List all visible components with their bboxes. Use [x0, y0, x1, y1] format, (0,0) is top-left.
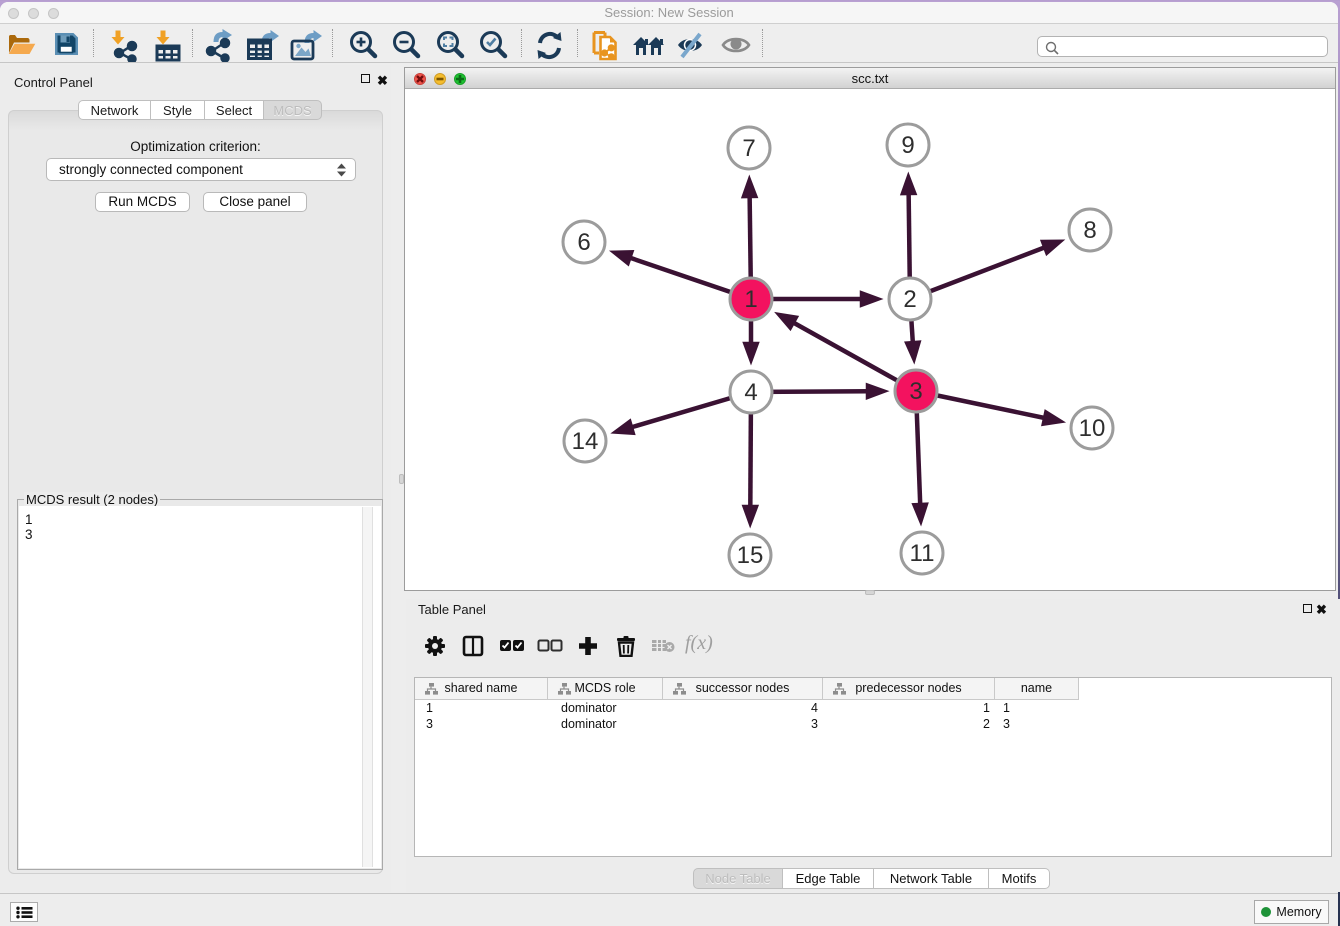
svg-text:3: 3	[909, 378, 922, 405]
svg-text:7: 7	[742, 135, 755, 162]
svg-text:14: 14	[572, 428, 599, 455]
svg-text:1: 1	[744, 286, 757, 313]
svg-text:10: 10	[1079, 415, 1106, 442]
svg-text:4: 4	[744, 379, 757, 406]
svg-text:11: 11	[910, 540, 935, 567]
svg-text:6: 6	[577, 229, 590, 256]
svg-text:2: 2	[903, 286, 916, 313]
svg-text:8: 8	[1083, 217, 1096, 244]
svg-text:9: 9	[901, 132, 914, 159]
svg-text:15: 15	[737, 542, 764, 569]
